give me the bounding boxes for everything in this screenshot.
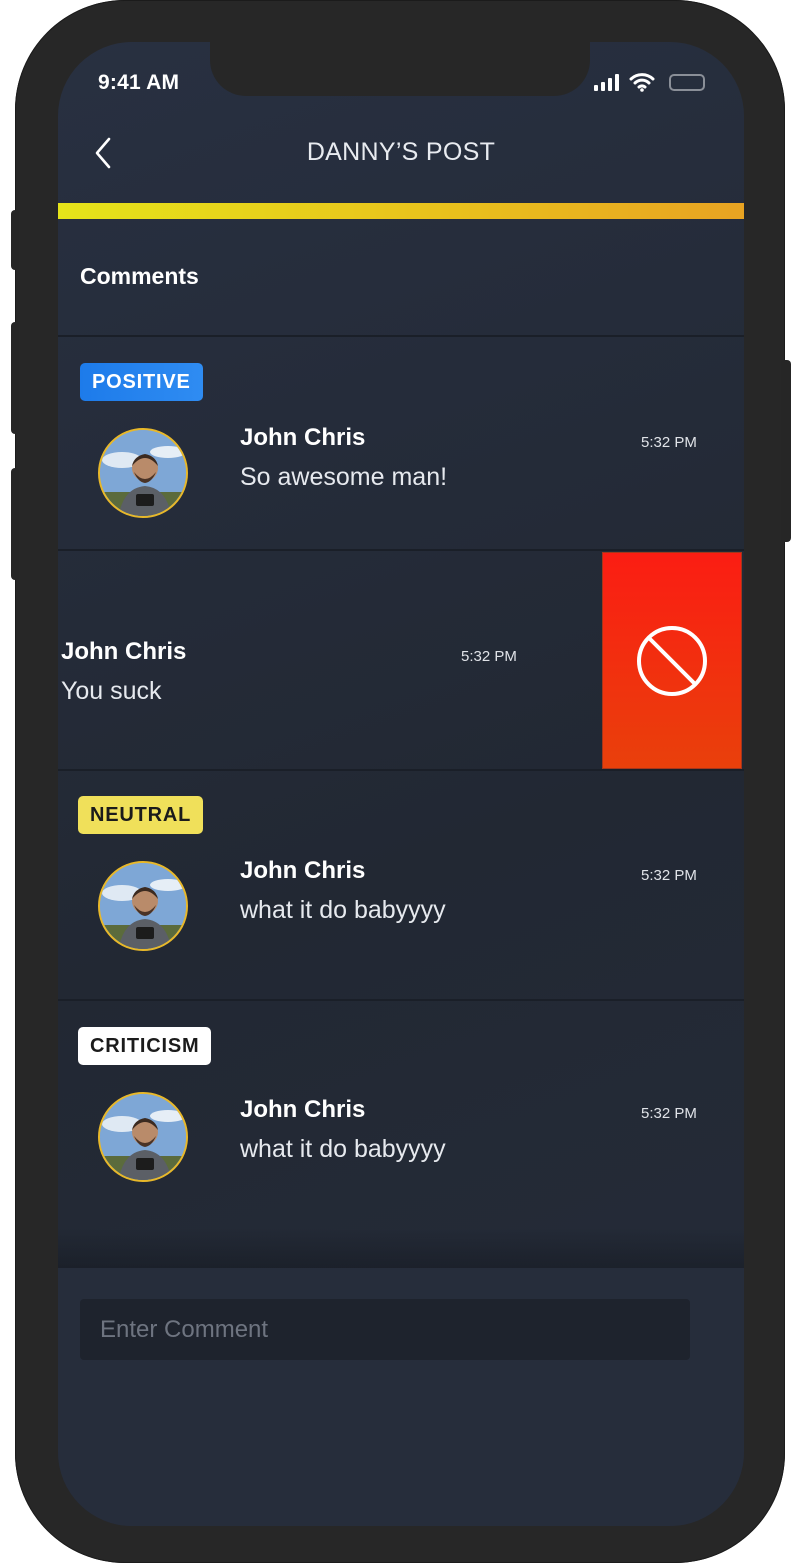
sentiment-badge-neutral: NEUTRAL — [78, 796, 204, 834]
comment-text: what it do babyyyy — [240, 896, 446, 924]
avatar — [98, 861, 188, 951]
page-title: DANNY’S POST — [306, 138, 496, 166]
battery-icon — [669, 73, 705, 91]
section-title: Comments — [80, 263, 199, 289]
sentiment-badge-criticism: CRITICISM — [78, 1027, 212, 1065]
block-icon — [637, 625, 707, 696]
divider — [58, 335, 744, 337]
comment-time: 5:32 PM — [641, 867, 697, 884]
notch — [210, 42, 590, 96]
comment-author: John Chris — [240, 1096, 366, 1123]
avatar — [98, 428, 188, 518]
comment-text: You suck — [61, 677, 162, 705]
block-comment-button[interactable] — [602, 552, 742, 769]
composer-shadow — [58, 1228, 744, 1268]
divider — [58, 999, 744, 1001]
comment-time: 5:32 PM — [641, 1105, 697, 1122]
volume-down-button — [11, 468, 19, 580]
sentiment-badge-positive: POSITIVE — [80, 363, 203, 401]
avatar — [98, 1092, 188, 1182]
status-icons — [594, 72, 705, 92]
comment-text: So awesome man! — [240, 463, 448, 491]
comment-author: John Chris — [240, 857, 366, 884]
comment-text: what it do babyyyy — [240, 1135, 446, 1163]
signal-icon — [594, 73, 619, 91]
power-button — [781, 360, 791, 542]
comment-author: John Chris — [240, 424, 366, 451]
divider — [58, 549, 744, 551]
comment-time: 5:32 PM — [461, 648, 517, 665]
divider — [58, 769, 744, 771]
wifi-icon — [629, 73, 655, 92]
status-time: 9:41 AM — [98, 71, 180, 94]
comment-input[interactable] — [80, 1299, 690, 1360]
comment-time: 5:32 PM — [641, 434, 697, 451]
progress-bar — [58, 203, 744, 219]
mute-switch — [11, 210, 19, 270]
volume-up-button — [11, 322, 19, 434]
comment-author: John Chris — [61, 638, 187, 665]
app-screen: 9:41 AM DANNY’S POST Comments POSITIVE J… — [58, 42, 744, 1526]
